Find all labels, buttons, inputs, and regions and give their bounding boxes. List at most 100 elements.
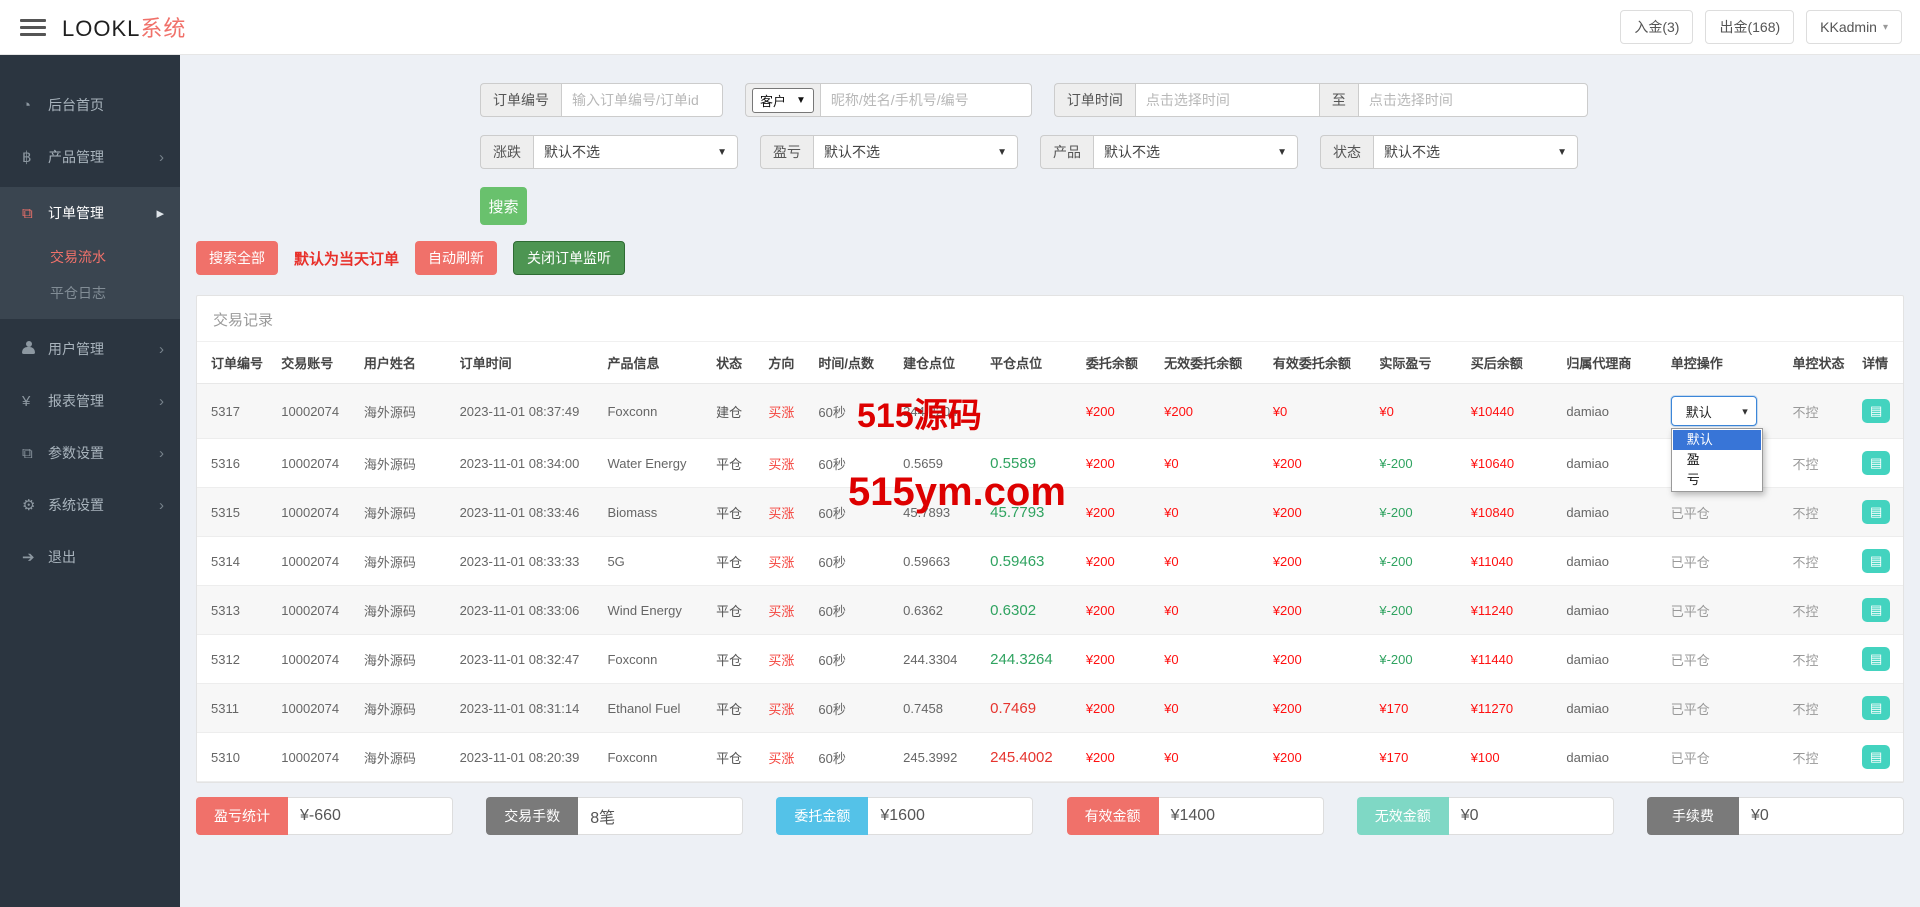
- filter-select-3[interactable]: 默认不选▼: [1373, 135, 1578, 169]
- sidebar-item-logout[interactable]: ➔ 退出: [0, 531, 180, 583]
- close-monitor-button[interactable]: 关闭订单监听: [513, 241, 625, 275]
- search-button[interactable]: 搜索: [480, 187, 527, 225]
- cell-status: 平仓: [710, 537, 762, 586]
- cell-direction: 买涨: [762, 586, 812, 635]
- deposit-button[interactable]: 入金(3): [1620, 10, 1693, 44]
- cell-after-balance-text: ¥11440: [1471, 652, 1513, 667]
- cell-after-balance: ¥11440: [1465, 635, 1561, 684]
- cell-control-state-text: 不控: [1793, 604, 1819, 619]
- cell-valid-balance-text: ¥200: [1273, 456, 1302, 471]
- cell-profit-text: ¥-200: [1379, 603, 1412, 618]
- filter-select-label: 状态: [1320, 135, 1373, 169]
- column-header: 订单编号: [197, 342, 275, 384]
- summary-group: 有效金额¥1400: [1067, 797, 1324, 835]
- table-row: 531110002074海外源码2023-11-01 08:31:14Ethan…: [197, 684, 1903, 733]
- search-all-button[interactable]: 搜索全部: [196, 241, 278, 275]
- detail-button[interactable]: ▤: [1862, 745, 1890, 769]
- sidebar-item-params[interactable]: ⧉ 参数设置 ›: [0, 427, 180, 479]
- detail-button[interactable]: ▤: [1862, 696, 1890, 720]
- cell-direction-text: 买涨: [768, 506, 794, 521]
- cell-duration: 60秒: [812, 733, 897, 782]
- column-header: 交易账号: [275, 342, 358, 384]
- column-header: 时间/点数: [812, 342, 897, 384]
- sidebar-item-label: 报表管理: [48, 391, 104, 411]
- cell-control-state-text: 不控: [1793, 751, 1819, 766]
- cell-account-text: 10002074: [281, 701, 339, 716]
- trade-table: 订单编号交易账号用户姓名订单时间产品信息状态方向时间/点数建仓点位平仓点位委托余…: [197, 342, 1903, 782]
- summary-label: 交易手数: [486, 797, 578, 835]
- detail-button[interactable]: ▤: [1862, 647, 1890, 671]
- customer-input[interactable]: [820, 83, 1032, 117]
- sidebar-item-dashboard[interactable]: ◔ 后台首页: [0, 79, 180, 131]
- cell-duration-text: 60秒: [818, 653, 845, 668]
- control-dropdown-menu: 默认盈亏: [1671, 428, 1763, 492]
- cell-invalid-balance: ¥0: [1158, 488, 1267, 537]
- cell-control: 已平仓: [1665, 635, 1787, 684]
- dropdown-option[interactable]: 盈: [1673, 450, 1761, 470]
- menu-toggle-icon[interactable]: [20, 15, 46, 40]
- cell-after-balance-text: ¥10440: [1471, 404, 1514, 419]
- time-end-input[interactable]: [1358, 83, 1588, 117]
- cell-account-text: 10002074: [281, 652, 339, 667]
- cell-detail: ▤: [1856, 488, 1903, 537]
- chevron-right-icon: ›: [159, 445, 164, 462]
- sidebar: ◔ 后台首页 ฿ 产品管理 › ⧉ 订单管理 ▸ 交易流水 平仓日志 用户管理 …: [0, 55, 180, 907]
- filter-select-0[interactable]: 默认不选▼: [533, 135, 738, 169]
- detail-button[interactable]: ▤: [1862, 399, 1890, 423]
- cell-order-time-text: 2023-11-01 08:32:47: [460, 652, 580, 667]
- detail-button[interactable]: ▤: [1862, 598, 1890, 622]
- cell-control-state-text: 不控: [1793, 555, 1819, 570]
- detail-button[interactable]: ▤: [1862, 500, 1890, 524]
- filter-select-1[interactable]: 默认不选▼: [813, 135, 1018, 169]
- sidebar-item-users[interactable]: 用户管理 ›: [0, 323, 180, 375]
- cell-entrust-balance: ¥200: [1080, 586, 1158, 635]
- sidebar-subitem-close-log[interactable]: 平仓日志: [0, 275, 180, 311]
- cell-agent: damiao: [1560, 733, 1664, 782]
- auto-refresh-button[interactable]: 自动刷新: [415, 241, 497, 275]
- dropdown-option[interactable]: 亏: [1673, 470, 1761, 490]
- cell-user-name-text: 海外源码: [364, 702, 416, 717]
- summary-value: ¥0: [1739, 797, 1904, 835]
- sidebar-item-system[interactable]: ⚙ 系统设置 ›: [0, 479, 180, 531]
- cell-user-name: 海外源码: [358, 537, 454, 586]
- cell-product-text: Foxconn: [607, 652, 657, 667]
- cell-order-id-text: 5314: [211, 554, 240, 569]
- cell-order-time-text: 2023-11-01 08:31:14: [460, 701, 580, 716]
- cell-duration-text: 60秒: [818, 604, 845, 619]
- cell-detail: ▤: [1856, 384, 1903, 439]
- sidebar-subitem-trade-flow[interactable]: 交易流水: [0, 239, 180, 275]
- cell-direction-text: 买涨: [768, 604, 794, 619]
- sidebar-item-orders[interactable]: ⧉ 订单管理 ▸: [0, 187, 180, 239]
- time-start-input[interactable]: [1135, 83, 1320, 117]
- customer-type-select[interactable]: 客户 ▼: [752, 88, 814, 113]
- control-select[interactable]: 默认▾: [1671, 396, 1757, 426]
- cell-product-text: Biomass: [607, 505, 657, 520]
- column-header: 无效委托余额: [1158, 342, 1267, 384]
- cell-after-balance: ¥11040: [1465, 537, 1561, 586]
- cell-invalid-balance-text: ¥0: [1164, 701, 1178, 716]
- user-menu[interactable]: KKadmin ▾: [1806, 10, 1902, 44]
- cell-after-balance-text: ¥100: [1471, 750, 1500, 765]
- sidebar-item-reports[interactable]: ¥ 报表管理 ›: [0, 375, 180, 427]
- filter-select-2[interactable]: 默认不选▼: [1093, 135, 1298, 169]
- cell-status: 建仓: [710, 384, 762, 439]
- withdraw-button[interactable]: 出金(168): [1705, 10, 1794, 44]
- cell-invalid-balance: ¥0: [1158, 537, 1267, 586]
- sidebar-item-products[interactable]: ฿ 产品管理 ›: [0, 131, 180, 183]
- cell-duration-text: 60秒: [818, 702, 845, 717]
- cell-order-id-text: 5310: [211, 750, 240, 765]
- dropdown-option[interactable]: 默认: [1673, 430, 1761, 450]
- order-no-input[interactable]: [561, 83, 723, 117]
- user-icon: [22, 341, 48, 358]
- detail-button[interactable]: ▤: [1862, 451, 1890, 475]
- cell-open-point-text: 45.7893: [903, 505, 950, 520]
- cell-agent: damiao: [1560, 684, 1664, 733]
- cell-order-time-text: 2023-11-01 08:33:33: [460, 554, 580, 569]
- cell-profit-text: ¥170: [1379, 701, 1408, 716]
- cell-control-state-text: 不控: [1793, 702, 1819, 717]
- cell-status-text: 建仓: [716, 405, 742, 420]
- cell-product: Biomass: [601, 488, 710, 537]
- sidebar-item-label: 后台首页: [48, 95, 104, 115]
- chevron-down-icon: ▼: [796, 95, 806, 106]
- detail-button[interactable]: ▤: [1862, 549, 1890, 573]
